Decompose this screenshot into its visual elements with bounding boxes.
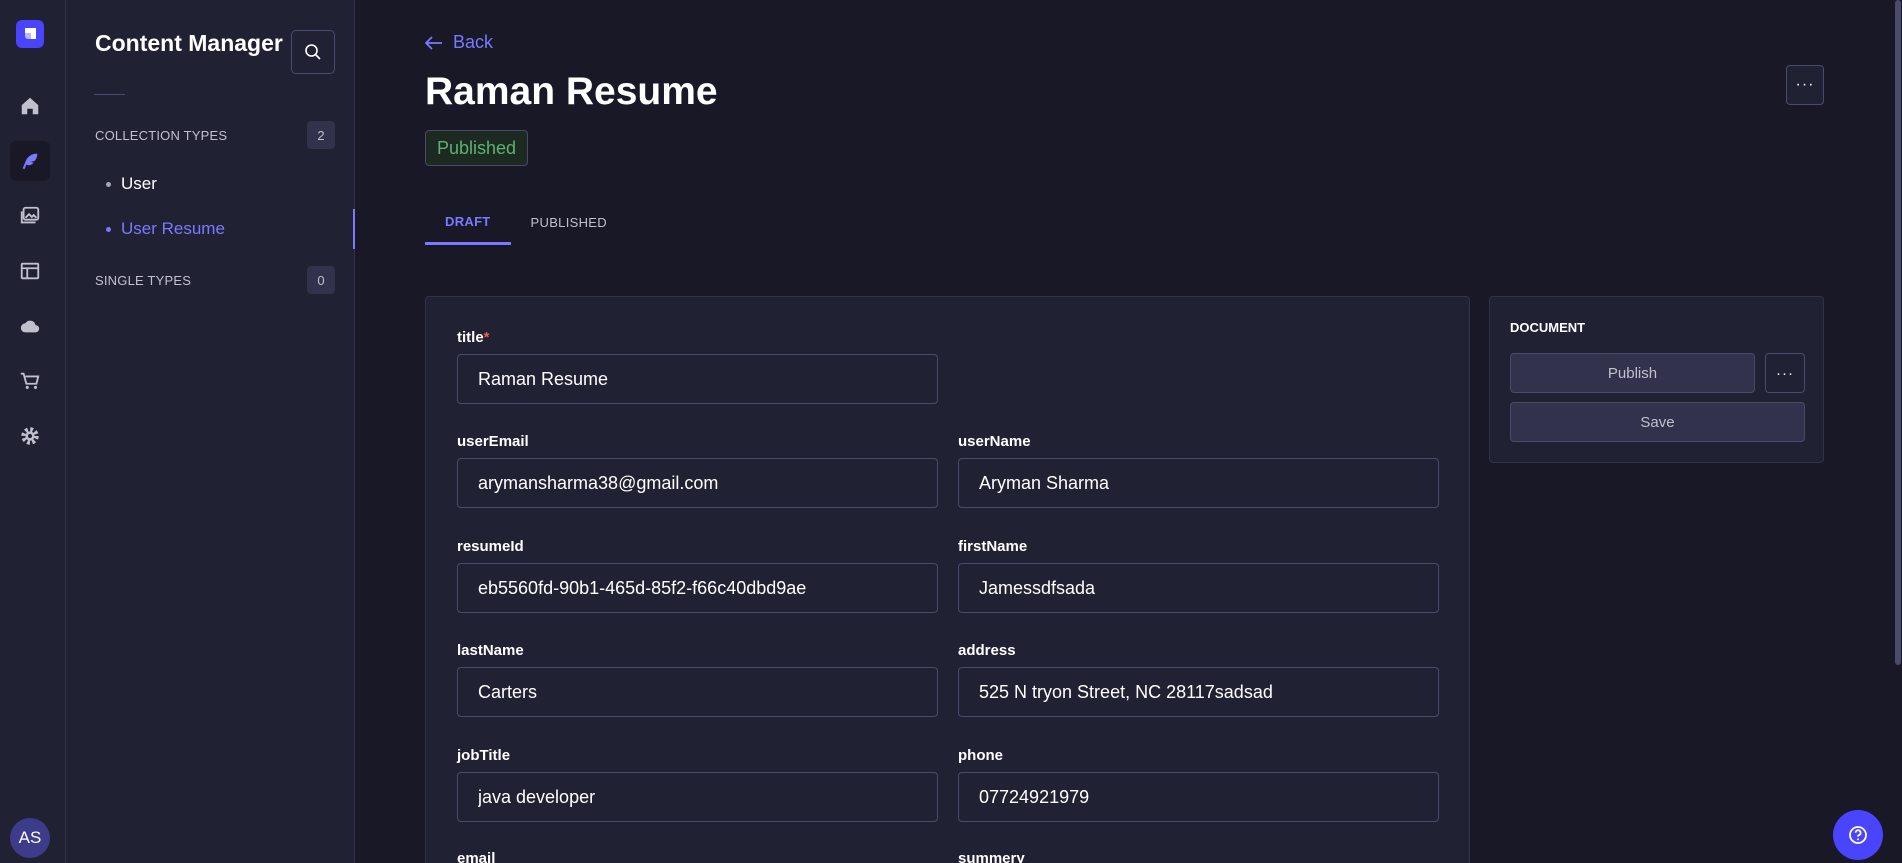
phone-field: phone — [958, 747, 1439, 822]
scrollbar-thumb[interactable] — [1895, 0, 1901, 665]
publish-button[interactable]: Publish — [1510, 353, 1755, 393]
version-tabs: DRAFT PUBLISHED — [425, 200, 627, 245]
help-button[interactable] — [1833, 810, 1883, 860]
field-label: email — [457, 850, 496, 863]
address-field: address — [958, 642, 1439, 717]
summery-field: summery — [958, 850, 1439, 863]
single-types-count: 0 — [307, 266, 335, 294]
last-name-input[interactable] — [457, 667, 938, 717]
last-name-field: lastName — [457, 642, 938, 717]
user-email-field: userEmail — [457, 433, 938, 508]
field-label: phone — [958, 747, 1003, 764]
resume-id-field: resumeId — [457, 538, 938, 613]
user-name-field: userName — [958, 433, 1439, 508]
field-label: lastName — [457, 642, 524, 659]
job-title-field: jobTitle — [457, 747, 938, 822]
first-name-field: firstName — [958, 538, 1439, 613]
job-title-input[interactable] — [457, 772, 938, 822]
sidebar-item-label: User Resume — [121, 219, 225, 238]
more-actions-button[interactable]: ··· — [1786, 65, 1824, 105]
layout-icon[interactable] — [10, 251, 50, 291]
question-icon — [1849, 826, 1867, 844]
tab-draft[interactable]: DRAFT — [425, 200, 511, 245]
collection-types-label: COLLECTION TYPES — [95, 128, 228, 143]
back-label: Back — [453, 32, 494, 52]
email-field: email — [457, 850, 938, 863]
home-icon[interactable] — [10, 86, 50, 126]
sidebar-item-user-resume[interactable]: User Resume — [94, 209, 355, 249]
required-mark: * — [483, 329, 490, 346]
user-avatar[interactable]: AS — [10, 818, 50, 858]
field-label: title* — [457, 329, 490, 346]
address-input[interactable] — [958, 667, 1439, 717]
tab-published[interactable]: PUBLISHED — [511, 200, 627, 245]
single-types-label: SINGLE TYPES — [95, 273, 192, 288]
user-email-input[interactable] — [457, 458, 938, 508]
title-field: title* — [457, 329, 938, 404]
back-link[interactable]: Back — [425, 32, 493, 53]
resume-id-input[interactable] — [457, 563, 938, 613]
images-icon[interactable] — [10, 196, 50, 236]
arrow-left-icon — [425, 35, 442, 50]
field-label: address — [958, 642, 1016, 659]
sidebar-item-user[interactable]: User — [94, 164, 355, 204]
gear-icon[interactable] — [10, 416, 50, 456]
field-label: firstName — [958, 538, 1028, 555]
subnav-title: Content Manager — [95, 30, 283, 56]
title-input[interactable] — [457, 354, 938, 404]
strapi-logo-icon[interactable] — [16, 20, 44, 48]
document-more-button[interactable]: ··· — [1765, 353, 1805, 393]
save-button[interactable]: Save — [1510, 402, 1805, 442]
subnav-divider — [94, 94, 125, 95]
user-name-input[interactable] — [958, 458, 1439, 508]
main-nav-rail: AS — [0, 0, 66, 863]
status-badge: Published — [425, 130, 529, 166]
edit-form-card: title* userEmail userName resumeId first… — [425, 296, 1470, 863]
field-label: resumeId — [457, 538, 524, 555]
cart-icon[interactable] — [10, 361, 50, 401]
search-button[interactable] — [291, 30, 335, 74]
page-title: Raman Resume — [425, 70, 718, 113]
search-icon — [305, 44, 321, 60]
document-panel-title: DOCUMENT — [1510, 320, 1586, 335]
bullet-icon — [106, 226, 111, 232]
first-name-input[interactable] — [958, 563, 1439, 613]
field-label: jobTitle — [457, 747, 511, 764]
document-panel: DOCUMENT Publish ··· Save — [1489, 296, 1824, 463]
bullet-icon — [106, 181, 111, 187]
sidebar-item-label: User — [121, 174, 157, 193]
feather-icon[interactable] — [10, 141, 50, 181]
field-label: summery — [958, 850, 1025, 863]
field-label: userEmail — [457, 433, 529, 450]
field-label: userName — [958, 433, 1031, 450]
cloud-icon[interactable] — [10, 306, 50, 346]
content-manager-subnav: Content Manager COLLECTION TYPES 2 User … — [66, 0, 355, 863]
collection-types-count: 2 — [307, 121, 335, 149]
phone-input[interactable] — [958, 772, 1439, 822]
